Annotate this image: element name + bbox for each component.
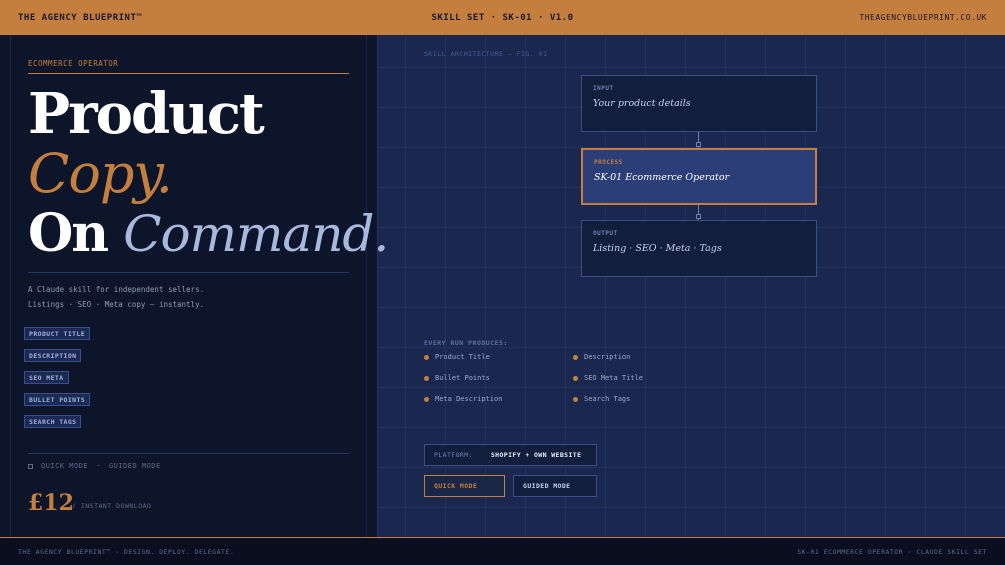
connector-node-icon [696, 142, 701, 147]
headline-line-1: Product [28, 81, 265, 147]
square-icon [28, 463, 33, 469]
produces-label: EVERY RUN PRODUCES: [424, 339, 508, 347]
list-item: SEO Meta Title [573, 374, 643, 382]
bullet-dot-icon [424, 396, 429, 402]
modes-line: QUICK MODE · GUIDED MODE [28, 462, 161, 470]
platform-value: SHOPIFY + OWN WEBSITE [490, 451, 582, 459]
chip-search-tags: SEARCH TAGS [24, 415, 82, 428]
process-node-text: SK-01 Ecommerce Operator [594, 172, 730, 183]
tagline-line-2: Listings · SEO · Meta copy — instantly. [28, 300, 205, 309]
process-node: PROCESS SK-01 Ecommerce Operator [581, 148, 817, 205]
input-node-text: Your product details [593, 98, 691, 109]
headline-line-3-on: On [28, 203, 124, 264]
skill-id-label: SKILL SET · SK-01 · V1.0 [431, 12, 574, 23]
output-node-text: Listing · SEO · Meta · Tags [593, 243, 722, 254]
quick-mode-button[interactable]: QUICK MODE [424, 475, 505, 497]
footer-left: THE AGENCY BLUEPRINT™ · DESIGN. DEPLOY. … [18, 547, 235, 556]
list-item: Product Title [424, 353, 490, 361]
modes-quick: QUICK MODE [41, 462, 89, 470]
list-item: Bullet Points [424, 374, 490, 382]
chip-bullet-points: BULLET POINTS [24, 393, 91, 406]
bullet-dot-icon [573, 375, 578, 381]
bullet-dot-icon [573, 396, 578, 402]
price: £12 [28, 490, 74, 516]
connector-node-icon [696, 214, 701, 219]
guided-mode-button[interactable]: GUIDED MODE [513, 475, 597, 497]
bullet-dot-icon [424, 354, 429, 360]
process-node-tag: PROCESS [594, 159, 623, 166]
chip-product-title: PRODUCT TITLE [24, 327, 91, 340]
feature-chips: PRODUCT TITLE DESCRIPTION SEO META BULLE… [24, 327, 91, 437]
hero-headline: Product Copy. On Command. [28, 84, 408, 264]
footer-right: SK-01 ECOMMERCE OPERATOR · CLAUDE SKILL … [797, 547, 987, 556]
tagline: A Claude skill for independent sellers. … [28, 282, 349, 312]
list-item: Description [573, 353, 630, 361]
eyebrow-label: ECOMMERCE OPERATOR [28, 59, 349, 74]
input-node-tag: INPUT [593, 85, 614, 92]
footer: THE AGENCY BLUEPRINT™ · DESIGN. DEPLOY. … [0, 537, 1005, 565]
chip-seo-meta: SEO META [24, 371, 69, 384]
panel-divider [10, 35, 11, 537]
list-item: Search Tags [573, 395, 630, 403]
site-link[interactable]: THEAGENCYBLUEPRINT.CO.UK [859, 13, 987, 22]
modes-guided: GUIDED MODE [108, 462, 161, 470]
price-note: / INSTANT DOWNLOAD [72, 502, 152, 510]
headline-line-3: On Command. [28, 204, 408, 264]
chip-description: DESCRIPTION [24, 349, 82, 362]
brand-name[interactable]: THE AGENCY BLUEPRINT™ [18, 13, 142, 23]
figure-label: SKILL ARCHITECTURE — FIG. 01 [424, 50, 548, 58]
platform-box: PLATFORM: SHOPIFY + OWN WEBSITE [424, 444, 597, 466]
bullet-dot-icon [424, 375, 429, 381]
top-bar: THE AGENCY BLUEPRINT™ SKILL SET · SK-01 … [0, 0, 1005, 35]
input-node: INPUT Your product details [581, 75, 817, 132]
modes-separator: · [96, 462, 101, 470]
output-node-tag: OUTPUT [593, 230, 618, 237]
tagline-line-1: A Claude skill for independent sellers. [28, 285, 205, 294]
divider [28, 272, 349, 273]
divider [28, 453, 349, 454]
bullet-dot-icon [573, 354, 578, 360]
headline-line-3-command: Command. [123, 205, 389, 263]
headline-line-2: Copy. [28, 142, 173, 205]
platform-key: PLATFORM: [434, 451, 473, 459]
output-node: OUTPUT Listing · SEO · Meta · Tags [581, 220, 817, 277]
list-item: Meta Description [424, 395, 502, 403]
